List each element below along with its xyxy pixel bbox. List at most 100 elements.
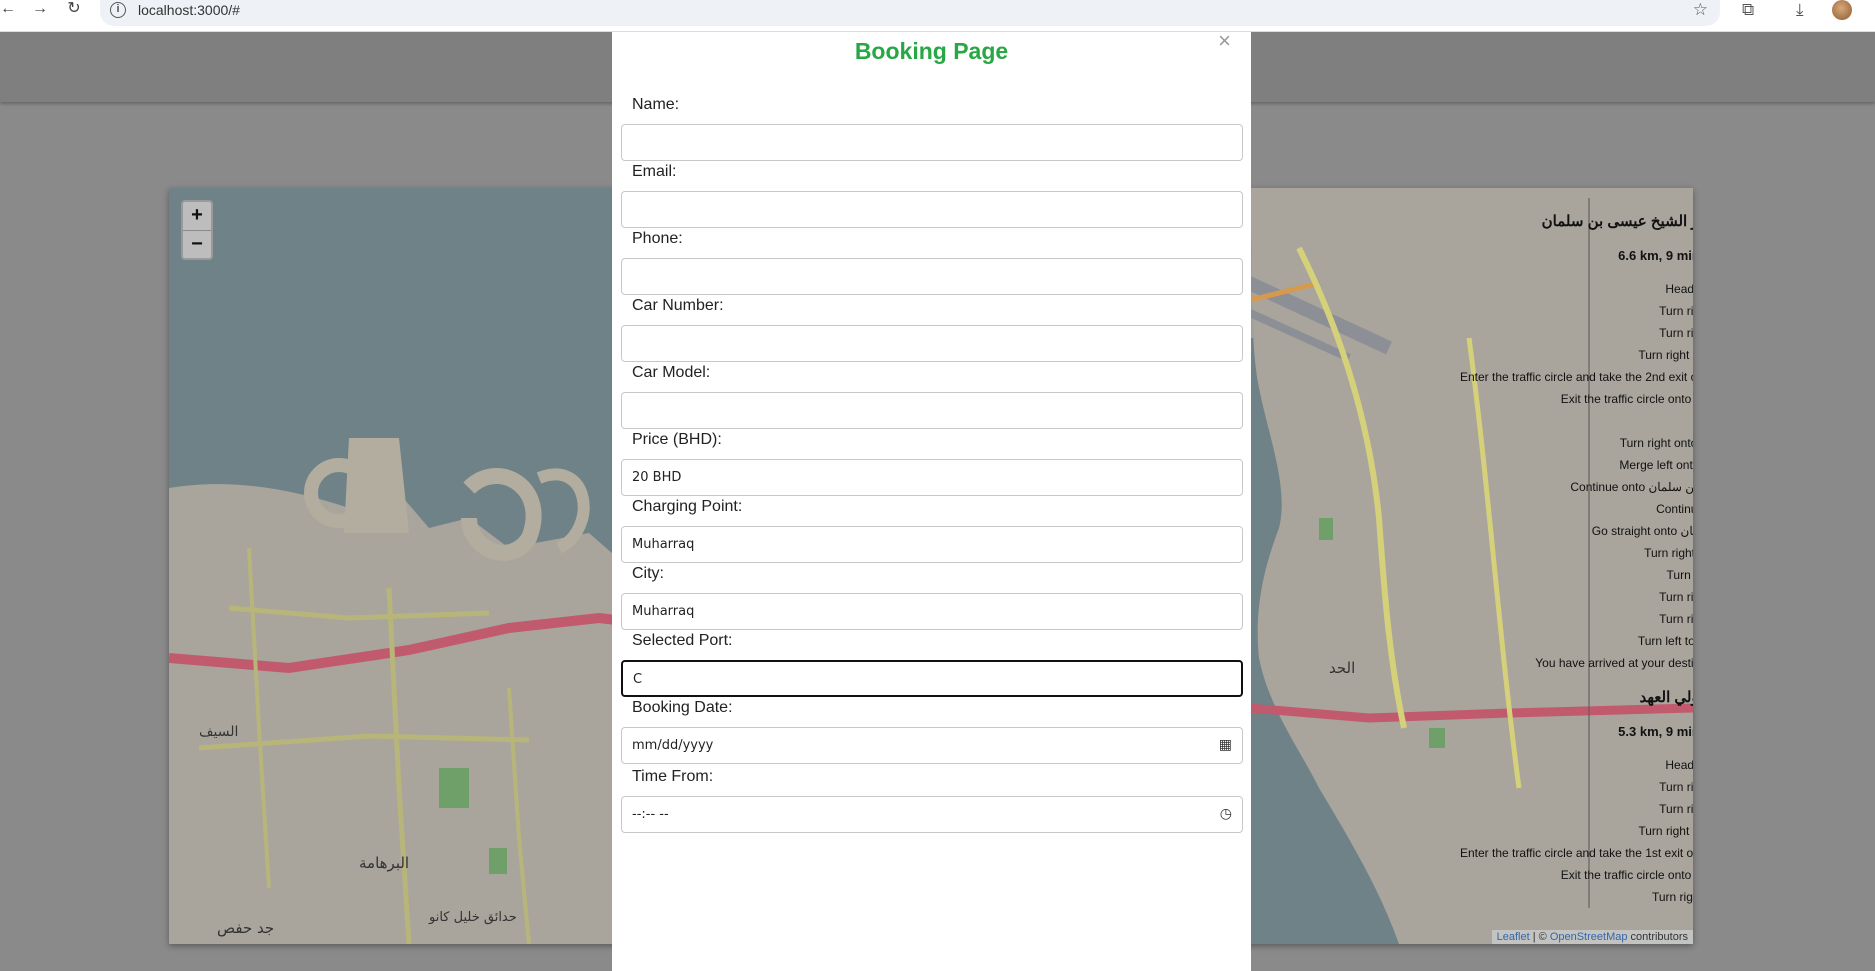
route-instruction[interactable]: Turn right onto طريق 83645 m: [1460, 776, 1693, 798]
phone-label: Phone:: [632, 230, 683, 247]
booking-date-input[interactable]: mm/dd/yyyy ▦: [621, 727, 1243, 764]
instruction-text: Turn right onto طريق 806: [1659, 326, 1693, 340]
price-label: Price (BHD):: [632, 431, 722, 448]
route-instruction[interactable]: You have arrived at your destination, on…: [1460, 652, 1693, 674]
route-instruction[interactable]: Turn right onto طريق 83645 m: [1460, 300, 1693, 322]
forward-icon[interactable]: →: [26, 0, 54, 20]
instruction-text: Turn left to stay on طريق 535: [1637, 634, 1693, 648]
map-label-jidhafs: جد حفص: [217, 919, 274, 937]
email-field-group: Email:: [621, 163, 1243, 228]
route-instruction[interactable]: Turn right onto طريق 527150 m: [1460, 586, 1693, 608]
name-label: Name:: [632, 96, 680, 113]
route-instruction[interactable]: Turn right onto شارع المعارض350 m: [1460, 344, 1693, 366]
route-instruction[interactable]: Continue onto شارع البلاط600 m: [1460, 498, 1693, 520]
profile-avatar[interactable]: [1832, 0, 1852, 20]
booking-modal: × Booking Page Name: Email: Phone: Car N…: [612, 28, 1251, 971]
instruction-text: Head east on طريق 838: [1665, 758, 1693, 772]
selected-port-label: Selected Port:: [632, 632, 733, 649]
calendar-icon[interactable]: ▦: [1219, 737, 1232, 753]
route-instruction[interactable]: Turn right100 m: [1460, 410, 1693, 432]
instruction-text: Turn right onto شارع السلطة: [1644, 546, 1693, 560]
route-alternative[interactable]: جسر الشيخ حمد, شارع ولي العهد 5.3 km, 9 m…: [1460, 688, 1693, 908]
time-from-value: --:-- --: [632, 807, 669, 822]
zoom-out-button[interactable]: −: [183, 230, 211, 258]
instruction-text: Turn right onto شارع عيسى الكبير: [1619, 436, 1693, 450]
car-model-input[interactable]: [621, 392, 1243, 429]
route-title: جسر الشيخ حمد, شارع ولي العهد: [1639, 689, 1694, 706]
address-bar[interactable]: i localhost:3000/# ☆: [100, 0, 1720, 26]
name-input[interactable]: [621, 124, 1243, 161]
route-instruction[interactable]: Turn right onto شارع المعارض350 m: [1460, 820, 1693, 842]
charging-point-label: Charging Point:: [632, 498, 743, 515]
city-input[interactable]: Muharraq: [621, 593, 1243, 630]
bookmark-star-icon[interactable]: ☆: [1693, 0, 1708, 20]
booking-date-value: mm/dd/yyyy: [632, 738, 714, 753]
car-model-field-group: Car Model:: [621, 364, 1243, 429]
charging-point-field-group: Charging Point: Muharraq: [621, 498, 1243, 563]
instruction-text: Enter the traffic circle and take the 1s…: [1460, 846, 1693, 860]
map-label-seef: السيف: [199, 724, 238, 740]
map-label-burhama: البرهامة: [359, 854, 409, 872]
route-alternative[interactable]: شارع عيسى الكبير, جسر الشيخ عيسى بن سلما…: [1460, 212, 1693, 674]
site-info-icon[interactable]: i: [110, 2, 126, 18]
instruction-text: Turn right onto شارع القصر: [1651, 890, 1693, 904]
car-number-label: Car Number:: [632, 297, 724, 314]
attribution-separator: | ©: [1529, 931, 1550, 943]
map-attribution: Leaflet | © OpenStreetMap contributors: [1491, 930, 1693, 944]
route-instruction[interactable]: Turn right onto شارع القصر100 m: [1460, 886, 1693, 908]
leaflet-link[interactable]: Leaflet: [1497, 931, 1530, 943]
url-text[interactable]: localhost:3000/#: [138, 2, 240, 18]
route-instruction[interactable]: Turn right onto طريق 80680 m: [1460, 322, 1693, 344]
route-instruction[interactable]: Continue onto جسر الشيخ عيسى بن سلمان2 k…: [1460, 476, 1693, 498]
instruction-text: Enter the traffic circle and take the 2n…: [1460, 370, 1693, 384]
instruction-text: Continue onto جسر الشيخ عيسى بن سلمان: [1570, 480, 1693, 494]
charging-point-input[interactable]: Muharraq: [621, 526, 1243, 563]
download-icon[interactable]: ⤓: [1796, 0, 1804, 20]
route-instruction[interactable]: Turn left to stay on طريق 53515 m: [1460, 630, 1693, 652]
route-instruction[interactable]: Enter the traffic circle and take the 1s…: [1460, 842, 1693, 864]
route-instruction[interactable]: Exit the traffic circle onto شارع خلف ال…: [1460, 864, 1693, 886]
route-instruction[interactable]: Turn right onto طريق 53535 m: [1460, 608, 1693, 630]
route-instruction[interactable]: Merge left onto شارع الملك فيصل1.5 km: [1460, 454, 1693, 476]
time-from-field-group: Time From: --:-- -- ◷: [621, 768, 1243, 833]
clock-icon[interactable]: ◷: [1220, 806, 1232, 822]
route-instruction[interactable]: Head east on طريق 83825 m: [1460, 278, 1693, 300]
instruction-text: Turn right onto شارع المعارض: [1638, 824, 1693, 838]
route-instruction[interactable]: Enter the traffic circle and take the 2n…: [1460, 366, 1693, 388]
route-instruction[interactable]: Turn right onto طريق 80680 m: [1460, 798, 1693, 820]
car-model-label: Car Model:: [632, 364, 711, 381]
booking-date-field-group: Booking Date: mm/dd/yyyy ▦: [621, 699, 1243, 764]
instruction-text: Exit the traffic circle onto شارع خلف ال…: [1560, 392, 1693, 406]
osm-link[interactable]: OpenStreetMap: [1550, 931, 1628, 943]
back-icon[interactable]: ←: [0, 0, 22, 20]
zoom-in-button[interactable]: +: [183, 202, 211, 230]
time-from-input[interactable]: --:-- -- ◷: [621, 796, 1243, 833]
instruction-text: Turn right onto شارع المعارض: [1638, 348, 1693, 362]
price-input[interactable]: 20 BHD: [621, 459, 1243, 496]
instruction-text: Turn right: [1460, 414, 1693, 428]
map-label-hidd: الحد: [1329, 659, 1355, 677]
instruction-text: Turn right onto طريق 535: [1659, 612, 1693, 626]
email-input[interactable]: [621, 191, 1243, 228]
route-instruction[interactable]: Go straight onto الشيخ خليفة بن سلمان200…: [1460, 520, 1693, 542]
instruction-text: Turn right onto طريق 527: [1659, 590, 1693, 604]
route-instruction[interactable]: Turn right onto شارع عيسى الكبير800 m: [1460, 432, 1693, 454]
selected-port-input[interactable]: C: [621, 660, 1243, 697]
route-title: شارع عيسى الكبير, جسر الشيخ عيسى بن سلما…: [1541, 213, 1693, 230]
selected-port-field-group: Selected Port: C: [621, 632, 1243, 697]
route-instruction[interactable]: Turn left onto طريق 51925 m: [1460, 564, 1693, 586]
instruction-text: Turn right onto طريق 806: [1659, 802, 1693, 816]
route-instruction[interactable]: Head east on طريق 83825 m: [1460, 754, 1693, 776]
browser-toolbar: ← → ↻ i localhost:3000/# ☆ ⧉ ⤓: [0, 0, 1875, 32]
reload-icon[interactable]: ↻: [60, 0, 88, 20]
instruction-text: Head east on طريق 838: [1665, 282, 1693, 296]
route-instruction[interactable]: Exit the traffic circle onto شارع خلف ال…: [1460, 388, 1693, 410]
phone-input[interactable]: [621, 258, 1243, 295]
extensions-icon[interactable]: ⧉: [1742, 0, 1754, 20]
instruction-text: Turn right onto طريق 836: [1659, 780, 1693, 794]
instruction-text: Continue onto شارع البلاط: [1656, 502, 1693, 516]
route-instruction[interactable]: Turn right onto شارع السلطة300 m: [1460, 542, 1693, 564]
car-number-input[interactable]: [621, 325, 1243, 362]
city-label: City:: [632, 565, 664, 582]
route-summary: 6.6 km, 9 min: [1618, 248, 1693, 263]
